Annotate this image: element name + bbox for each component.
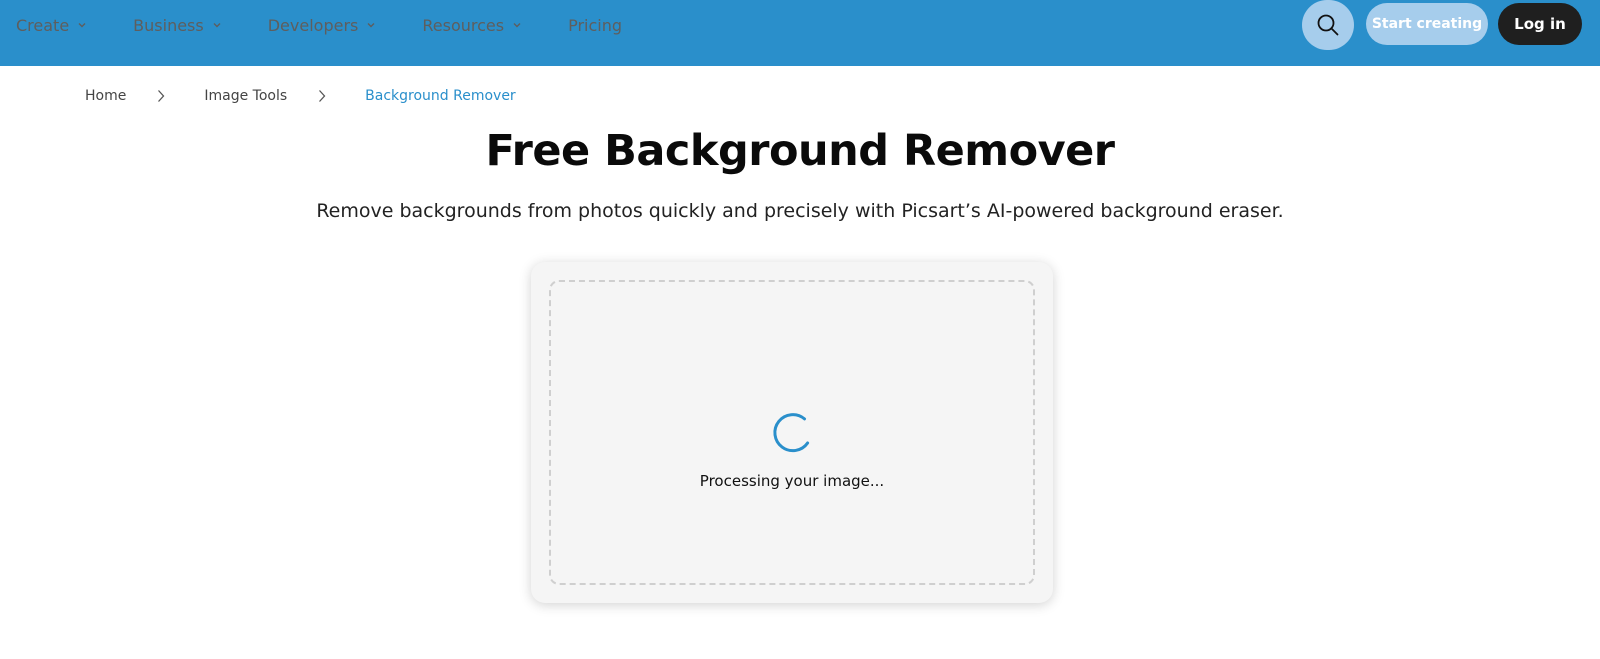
- search-icon: [1317, 14, 1339, 36]
- top-navigation-bar: Create Business Developers Resources Pri…: [0, 0, 1600, 66]
- processing-status: Processing your image...: [699, 472, 885, 490]
- nav-item-label: Business: [133, 15, 204, 35]
- nav-item-label: Developers: [267, 15, 359, 35]
- breadcrumb-home[interactable]: Home: [85, 88, 126, 104]
- chevron-right-icon: [158, 90, 165, 102]
- upload-card: Processing your image...: [531, 262, 1053, 603]
- chevron-down-icon: [513, 23, 521, 28]
- breadcrumb-image-tools[interactable]: Image Tools: [204, 88, 287, 104]
- chevron-down-icon: [213, 23, 221, 28]
- nav-item-label: Resources: [422, 15, 505, 35]
- log-in-button[interactable]: Log in: [1498, 3, 1582, 45]
- breadcrumb-background-remover[interactable]: Background Remover: [365, 88, 516, 104]
- chevron-down-icon: [367, 23, 375, 28]
- nav-item-business[interactable]: Business: [133, 16, 222, 35]
- nav-item-create[interactable]: Create: [16, 16, 87, 35]
- chevron-down-icon: [78, 23, 86, 28]
- nav-item-label: Pricing: [568, 15, 623, 35]
- upload-dropzone[interactable]: Processing your image...: [549, 280, 1035, 585]
- breadcrumb: Home Image Tools Background Remover: [85, 86, 516, 106]
- start-creating-button[interactable]: Start creating: [1366, 3, 1488, 45]
- nav-item-label: Create: [16, 15, 70, 35]
- main-nav: Create Business Developers Resources Pri…: [16, 0, 622, 50]
- chevron-right-icon: [319, 90, 326, 102]
- nav-item-pricing[interactable]: Pricing: [568, 16, 622, 35]
- search-button[interactable]: [1302, 0, 1354, 50]
- nav-item-resources[interactable]: Resources: [422, 16, 522, 35]
- nav-item-developers[interactable]: Developers: [268, 16, 377, 35]
- page-subtitle: Remove backgrounds from photos quickly a…: [316, 200, 1284, 222]
- loading-spinner-icon: [773, 413, 810, 453]
- page-title: Free Background Remover: [485, 126, 1115, 176]
